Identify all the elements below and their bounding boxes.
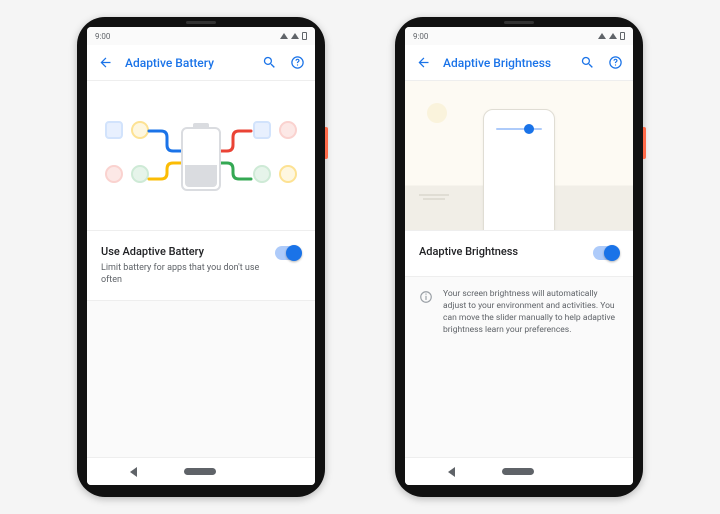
phone-right: 9:00 Adaptive Brightness xyxy=(395,17,643,497)
app-bar: Adaptive Battery xyxy=(87,45,315,81)
setting-title: Adaptive Brightness xyxy=(419,245,585,258)
search-icon xyxy=(262,55,277,70)
search-icon xyxy=(580,55,595,70)
signal-icon xyxy=(609,33,617,39)
help-icon xyxy=(608,55,623,70)
help-button[interactable] xyxy=(289,55,305,71)
power-button[interactable] xyxy=(325,127,328,159)
help-button[interactable] xyxy=(607,55,623,71)
wifi-icon xyxy=(280,33,288,39)
app-dot xyxy=(105,121,123,139)
arrow-back-icon xyxy=(416,55,431,70)
page-title: Adaptive Brightness xyxy=(443,56,567,70)
system-nav-bar xyxy=(405,457,633,485)
adaptive-battery-toggle[interactable] xyxy=(275,246,301,260)
nav-recents-button[interactable] xyxy=(263,467,272,476)
phone-left: 9:00 Adaptive Battery xyxy=(77,17,325,497)
info-row: Your screen brightness will automaticall… xyxy=(405,277,633,349)
content-spacer xyxy=(405,349,633,457)
hero-illustration xyxy=(405,81,633,231)
brightness-slider-illustration xyxy=(496,128,542,130)
status-time: 9:00 xyxy=(95,32,110,41)
status-bar: 9:00 xyxy=(405,27,633,45)
app-dot xyxy=(253,121,271,139)
hero-illustration xyxy=(87,81,315,231)
system-nav-bar xyxy=(87,457,315,485)
search-button[interactable] xyxy=(579,55,595,71)
setting-card: Adaptive Brightness xyxy=(405,231,633,277)
earpiece xyxy=(186,21,216,24)
nav-home-button[interactable] xyxy=(184,468,216,475)
status-time: 9:00 xyxy=(413,32,428,41)
sun-icon xyxy=(427,103,447,123)
app-dot xyxy=(253,165,271,183)
battery-icon xyxy=(620,32,625,40)
app-dot xyxy=(279,121,297,139)
battery-icon xyxy=(302,32,307,40)
adaptive-brightness-toggle[interactable] xyxy=(593,246,619,260)
setting-subtitle: Limit battery for apps that you don't us… xyxy=(101,262,267,286)
setting-card: Use Adaptive Battery Limit battery for a… xyxy=(87,231,315,301)
back-button[interactable] xyxy=(97,55,113,71)
setting-title: Use Adaptive Battery xyxy=(101,245,267,258)
battery-illustration-icon xyxy=(181,127,221,191)
power-button[interactable] xyxy=(643,127,646,159)
app-dot xyxy=(105,165,123,183)
search-button[interactable] xyxy=(261,55,277,71)
help-icon xyxy=(290,55,305,70)
nav-recents-button[interactable] xyxy=(581,467,590,476)
nav-back-button[interactable] xyxy=(130,467,137,477)
info-text: Your screen brightness will automaticall… xyxy=(443,289,619,337)
nav-home-button[interactable] xyxy=(502,468,534,475)
info-icon xyxy=(419,290,433,304)
screen: 9:00 Adaptive Battery xyxy=(87,27,315,485)
screen: 9:00 Adaptive Brightness xyxy=(405,27,633,485)
arrow-back-icon xyxy=(98,55,113,70)
app-bar: Adaptive Brightness xyxy=(405,45,633,81)
signal-icon xyxy=(291,33,299,39)
nav-back-button[interactable] xyxy=(448,467,455,477)
back-button[interactable] xyxy=(415,55,431,71)
app-dot xyxy=(279,165,297,183)
status-bar: 9:00 xyxy=(87,27,315,45)
earpiece xyxy=(504,21,534,24)
wifi-icon xyxy=(598,33,606,39)
content-spacer xyxy=(87,301,315,457)
page-title: Adaptive Battery xyxy=(125,56,249,70)
bench-icon xyxy=(419,194,449,204)
phone-illustration-icon xyxy=(483,109,555,231)
